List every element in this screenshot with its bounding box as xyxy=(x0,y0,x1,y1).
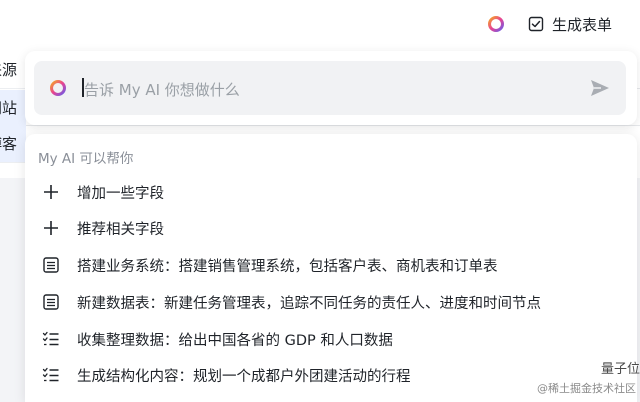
menu-header: My AI 可以帮你 xyxy=(38,151,134,167)
ai-ring-icon[interactable] xyxy=(487,15,505,33)
menu-item-label: 推荐相关字段 xyxy=(77,222,164,238)
menu-item-label: 收集整理数据：给出中国各省的 GDP 和人口数据 xyxy=(77,333,393,349)
table-cell[interactable]: 网站 xyxy=(0,90,26,127)
ai-prompt-panel: 告诉 My AI 你想做什么 xyxy=(25,51,637,125)
menu-item-build-business-system[interactable]: 搭建业务系统：搭建销售管理系统，包括客户表、商机表和订单表 xyxy=(25,247,637,283)
menu-item-recommend-fields[interactable]: 推荐相关字段 xyxy=(25,210,637,246)
ai-prompt-input[interactable]: 告诉 My AI 你想做什么 xyxy=(34,61,626,115)
checkbox-form-icon xyxy=(528,16,544,32)
table-icon xyxy=(43,294,59,310)
generate-form-button[interactable]: 生成表单 xyxy=(528,14,612,34)
ai-ring-icon xyxy=(50,80,66,96)
checklist-icon xyxy=(42,367,59,382)
menu-item-add-fields[interactable]: 增加一些字段 xyxy=(25,174,637,210)
menu-item-label: 增加一些字段 xyxy=(77,186,164,202)
menu-item-new-table[interactable]: 新建数据表：新建任务管理表，追踪不同任务的责任人、进度和时间节点 xyxy=(25,284,637,320)
generate-form-label: 生成表单 xyxy=(552,15,613,34)
ai-prompt-placeholder: 告诉 My AI 你想做什么 xyxy=(84,81,240,99)
watermark-brand: 量子位 xyxy=(600,362,640,377)
plus-icon xyxy=(44,221,58,235)
watermark: 量子位 @稀土掘金技术社区 xyxy=(537,358,640,402)
table-cell[interactable]: 来源 xyxy=(0,52,26,89)
plus-icon xyxy=(44,185,58,199)
send-icon[interactable] xyxy=(589,78,611,98)
top-toolbar: 生成表单 xyxy=(0,0,640,49)
table-cell[interactable]: 博客 xyxy=(0,126,26,163)
ai-suggestions-menu: My AI 可以帮你 增加一些字段 推荐相关字段 搭建业务系统：搭建销售管理系统… xyxy=(25,134,637,402)
checklist-icon xyxy=(42,331,59,346)
menu-item-label: 搭建业务系统：搭建销售管理系统，包括客户表、商机表和订单表 xyxy=(77,259,498,275)
table-icon xyxy=(43,257,59,273)
menu-item-label: 新建数据表：新建任务管理表，追踪不同任务的责任人、进度和时间节点 xyxy=(77,296,541,312)
menu-item-label: 生成结构化内容：规划一个成都户外团建活动的行程 xyxy=(77,369,411,385)
menu-item-collect-data[interactable]: 收集整理数据：给出中国各省的 GDP 和人口数据 xyxy=(25,321,637,357)
table-row-divider xyxy=(0,125,640,126)
watermark-source: @稀土掘金技术社区 xyxy=(537,382,636,395)
